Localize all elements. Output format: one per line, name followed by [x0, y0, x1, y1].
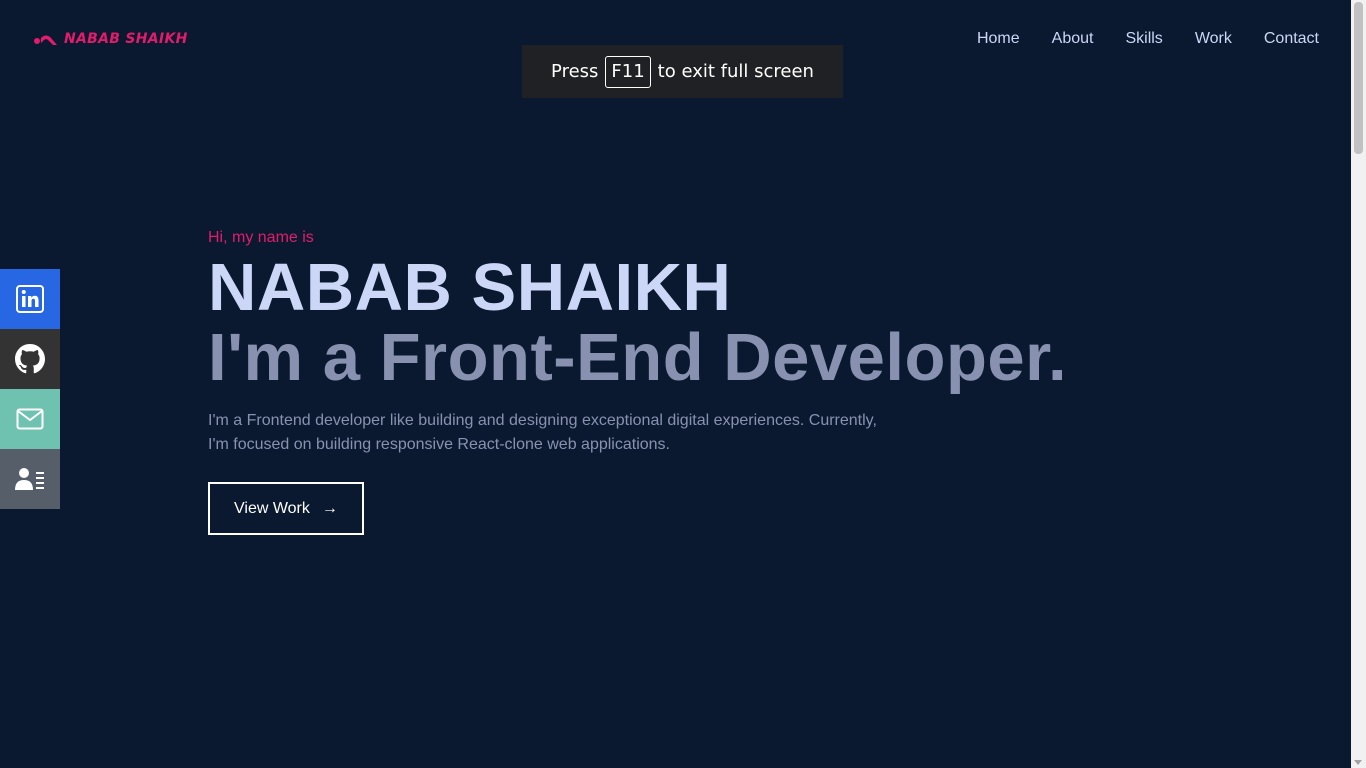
linkedin-link[interactable] [0, 269, 60, 329]
fullscreen-key: F11 [605, 55, 651, 88]
nav-item-work[interactable]: Work [1195, 30, 1232, 48]
nav-menu: Home About Skills Work Contact [977, 30, 1319, 48]
scrollbar-thumb[interactable] [1354, 2, 1363, 154]
view-work-label: View Work [234, 499, 310, 517]
scroll-down-arrow-icon[interactable] [1354, 760, 1362, 765]
github-icon [15, 344, 45, 374]
resume-icon [15, 468, 44, 490]
hero-description-line-1: I'm a Frontend developer like building a… [208, 412, 877, 429]
scrollbar[interactable] [1351, 0, 1366, 768]
view-work-button[interactable]: View Work → [208, 482, 364, 535]
arrow-right-icon: → [321, 499, 338, 517]
nav-item-home[interactable]: Home [977, 30, 1020, 48]
linkedin-icon [16, 285, 44, 313]
hero-intro: Hi, my name is [208, 229, 314, 246]
nav-item-contact[interactable]: Contact [1264, 30, 1319, 48]
hero-description-line-2: I'm focused on building responsive React… [208, 436, 670, 453]
logo-mark-icon [34, 35, 57, 45]
hero-section: Hi, my name is NABAB SHAIKH I'm a Front-… [208, 227, 1067, 535]
fullscreen-notice: Press F11 to exit full screen [522, 45, 843, 98]
fullscreen-notice-prefix: Press [551, 61, 599, 82]
nav-item-about[interactable]: About [1052, 30, 1094, 48]
logo[interactable]: NABAB SHAIKH [32, 31, 188, 47]
fullscreen-notice-suffix: to exit full screen [657, 61, 814, 82]
hero-name: NABAB SHAIKH [208, 250, 732, 325]
logo-text: NABAB SHAIKH [64, 31, 188, 47]
email-link[interactable] [0, 389, 60, 449]
hero-description: I'm a Frontend developer like building a… [208, 409, 928, 457]
nav-item-skills[interactable]: Skills [1125, 30, 1162, 48]
hero-tagline: I'm a Front-End Developer. [208, 320, 1068, 395]
github-link[interactable] [0, 329, 60, 389]
resume-link[interactable] [0, 449, 60, 509]
mail-icon [16, 408, 44, 430]
social-sidebar [0, 269, 60, 509]
